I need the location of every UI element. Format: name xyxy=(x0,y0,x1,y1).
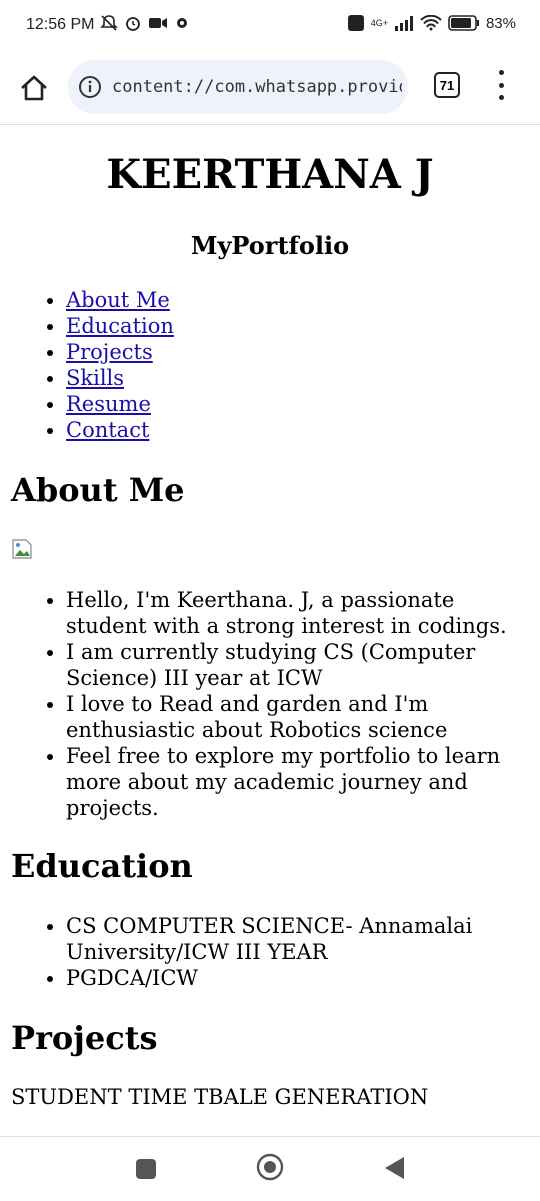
page-content: KEERTHANA J MyPortfolio About Me Educati… xyxy=(0,125,540,1135)
wifi-icon xyxy=(420,15,442,31)
nav-link-education[interactable]: Education xyxy=(66,314,174,338)
status-time: 12:56 PM xyxy=(26,16,95,33)
nav-link-skills[interactable]: Skills xyxy=(66,366,124,390)
education-list: CS COMPUTER SCIENCE- Annamalai Universit… xyxy=(0,913,540,991)
list-item: PGDCA/ICW xyxy=(66,965,530,991)
list-item: Hello, I'm Keerthana. J, a passionate st… xyxy=(66,587,530,639)
list-item: I am currently studying CS (Computer Sci… xyxy=(66,639,530,691)
nav-link-resume[interactable]: Resume xyxy=(66,392,151,416)
education-heading: Education xyxy=(11,847,193,885)
projects-heading: Projects xyxy=(11,1019,158,1057)
list-item: I love to Read and garden and I'm enthus… xyxy=(66,691,530,743)
mute-bell-icon xyxy=(100,15,118,31)
url-text[interactable]: content://com.whatsapp.provider. xyxy=(112,77,402,97)
list-item: Feel free to explore my portfolio to lea… xyxy=(66,743,530,821)
nav-link-contact[interactable]: Contact xyxy=(66,418,149,442)
system-nav-bar xyxy=(0,1136,540,1201)
address-bar[interactable]: content://com.whatsapp.provider. xyxy=(68,60,408,114)
settings-gear-icon xyxy=(177,18,187,28)
project-title: STUDENT TIME TBALE GENERATION xyxy=(11,1085,429,1109)
tab-switcher-button[interactable]: 71 xyxy=(434,72,460,98)
browser-toolbar: content://com.whatsapp.provider. 71 xyxy=(0,56,540,125)
back-icon[interactable] xyxy=(382,1155,406,1181)
more-options-icon[interactable] xyxy=(490,70,512,100)
battery-percentage: 83% xyxy=(485,14,516,32)
nav-item-skills: Skills xyxy=(66,365,174,391)
list-item: CS COMPUTER SCIENCE- Annamalai Universit… xyxy=(66,913,530,965)
info-icon[interactable] xyxy=(78,75,102,99)
status-notification-icons xyxy=(100,14,190,32)
nav-item-resume: Resume xyxy=(66,391,174,417)
volte-icon xyxy=(347,15,364,31)
battery-icon xyxy=(448,15,479,31)
home-circle-icon[interactable] xyxy=(256,1153,284,1181)
status-system-icons: 4G+ 83% xyxy=(347,14,516,32)
nav-link-projects[interactable]: Projects xyxy=(66,340,153,364)
about-heading: About Me xyxy=(11,471,185,509)
signal-icon xyxy=(394,16,413,31)
nav-item-about: About Me xyxy=(66,287,174,313)
about-list: Hello, I'm Keerthana. J, a passionate st… xyxy=(0,587,540,821)
nav-item-education: Education xyxy=(66,313,174,339)
nav-item-projects: Projects xyxy=(66,339,174,365)
page-subtitle: MyPortfolio xyxy=(190,231,350,260)
portfolio-nav: About Me Education Projects Skills Resum… xyxy=(0,287,174,443)
alarm-icon xyxy=(126,17,140,31)
recents-icon[interactable] xyxy=(136,1159,156,1179)
nav-item-contact: Contact xyxy=(66,417,174,443)
broken-image-icon xyxy=(12,539,32,559)
video-icon xyxy=(149,18,167,28)
nav-link-about[interactable]: About Me xyxy=(66,288,170,312)
network-type-label: 4G+ xyxy=(370,18,388,28)
page-title: KEERTHANA J xyxy=(106,151,434,198)
home-icon[interactable] xyxy=(16,70,52,106)
status-bar: 12:56 PM 4G+ 83% xyxy=(0,0,540,54)
